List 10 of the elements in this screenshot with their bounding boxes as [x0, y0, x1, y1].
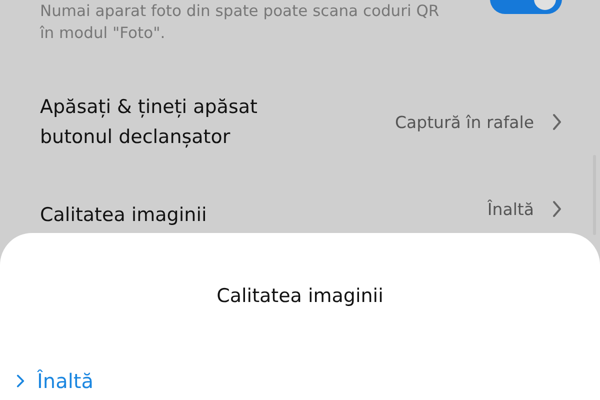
- setting-value: Captură în rafale: [394, 112, 534, 132]
- setting-title[interactable]: Apăsați & țineți apăsat butonul declanșator: [40, 92, 280, 152]
- setting-value: Înaltă: [487, 200, 534, 219]
- chevron-right-icon: [552, 200, 562, 218]
- chevron-right-icon: [16, 373, 25, 389]
- setting-description: Numai aparat foto din spate poate scana coduri QR în modul "Foto".: [40, 1, 440, 44]
- setting-title[interactable]: Calitatea imaginii: [40, 200, 280, 230]
- sheet-title: Calitatea imaginii: [216, 285, 384, 307]
- quality-option[interactable]: Înaltă: [16, 369, 600, 393]
- chevron-right-icon: [552, 113, 562, 131]
